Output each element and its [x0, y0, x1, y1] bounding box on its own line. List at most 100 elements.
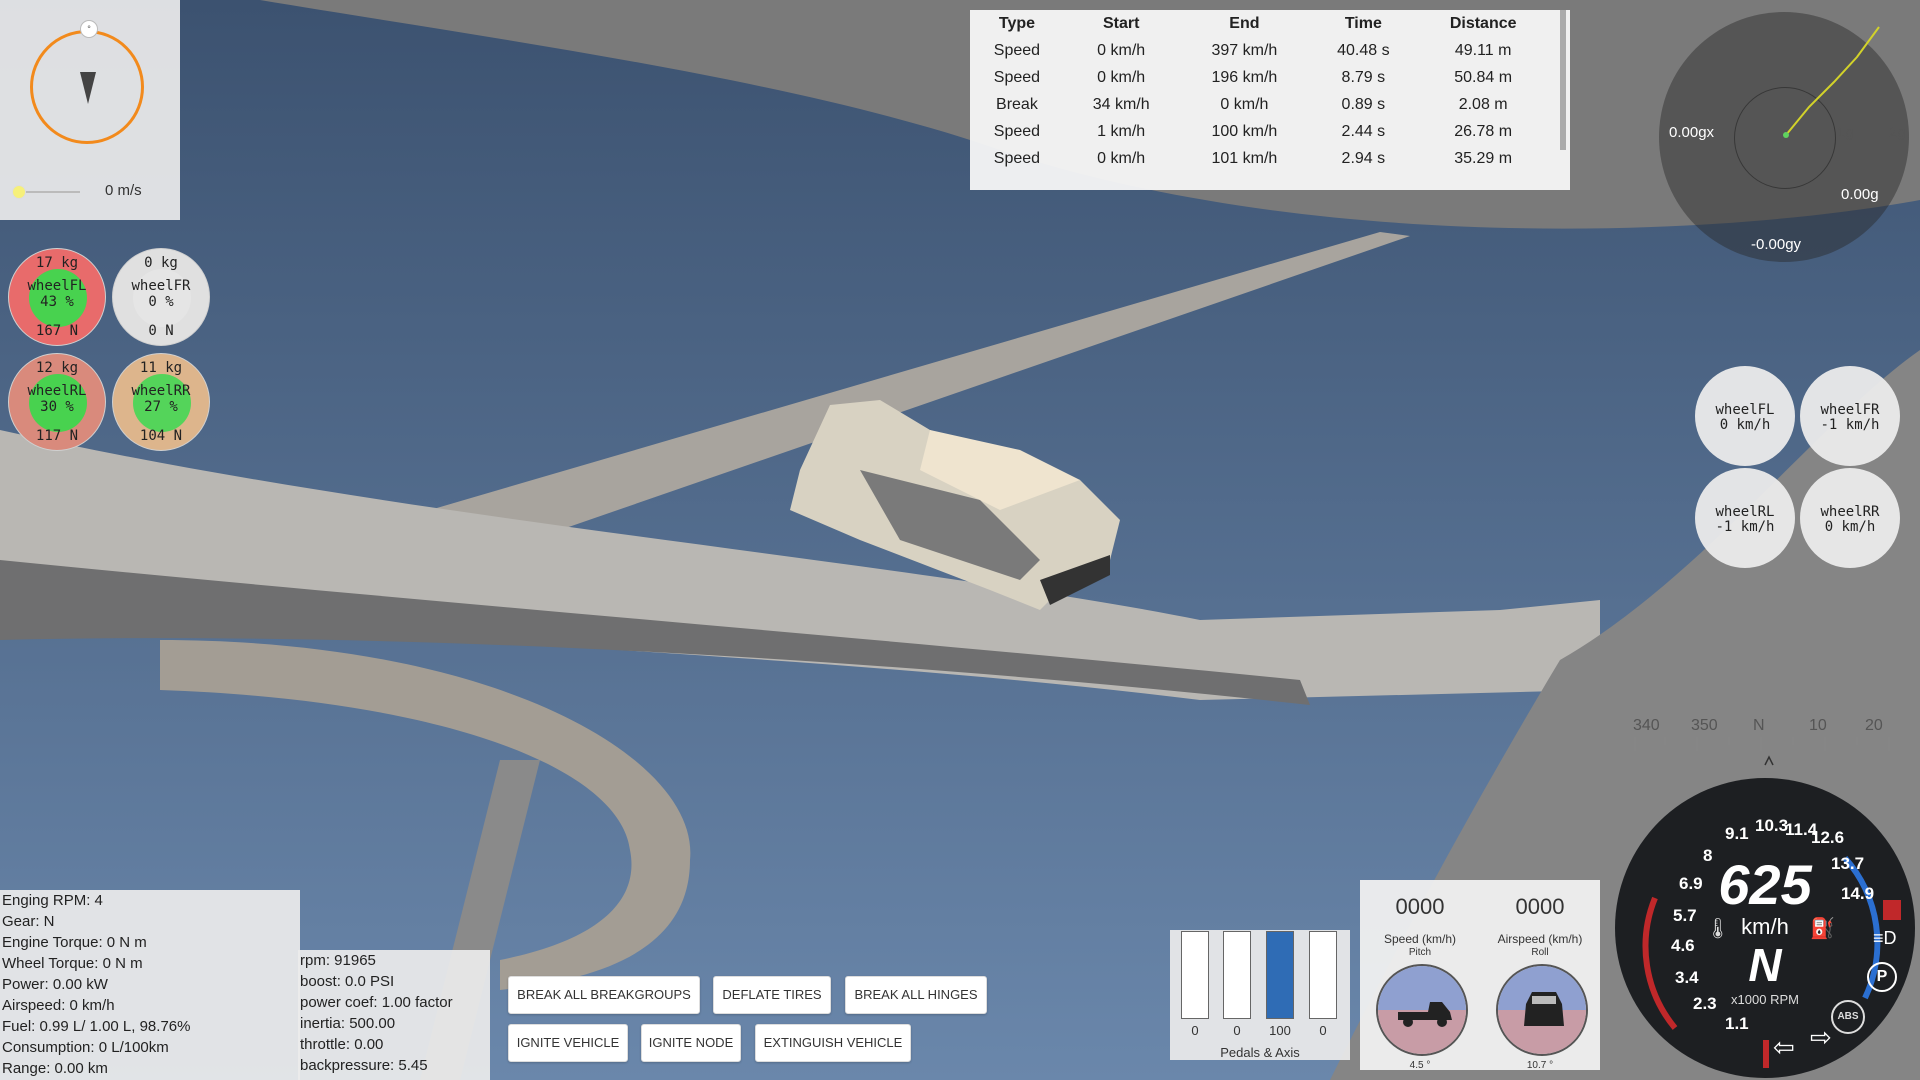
pitch-dial [1376, 964, 1468, 1056]
compass-knob[interactable]: ° [80, 20, 98, 38]
roll-value: 10.7 ° [1526, 1060, 1554, 1071]
results-scrollbar[interactable] [1560, 10, 1566, 150]
results-header-row: Type Start End Time Distance [970, 10, 1550, 37]
headlight-icon: ≡D [1873, 928, 1897, 948]
wheel-speed-fr: wheelFR -1 km/h [1800, 366, 1900, 466]
results-cell: 196 km/h [1211, 68, 1278, 86]
engine-stat: Enging RPM: 4 [2, 892, 103, 909]
results-cell: 100 km/h [1211, 122, 1278, 140]
attitude-panel: 0000 0000 Speed (km/h) Airspeed (km/h) P… [1360, 880, 1600, 1071]
results-cell: 1 km/h [1097, 122, 1146, 140]
boost-stat: inertia: 500.00 [300, 1015, 396, 1032]
rpm-scale-label: 10.3 [1755, 816, 1789, 835]
results-cell: 8.79 s [1341, 68, 1386, 86]
wheel-speed-rr: wheelRR 0 km/h [1800, 468, 1900, 568]
compass-speed: 0 m/s [105, 182, 142, 199]
speed-slider-thumb[interactable] [12, 185, 26, 199]
speed-readout: 625 [1718, 853, 1812, 916]
pedal-bar [1266, 931, 1294, 1019]
speed-slider-track[interactable] [18, 191, 80, 193]
results-cell: 34 km/h [1092, 95, 1150, 113]
roll-dial [1496, 964, 1588, 1056]
pedal-value: 0 [1191, 1023, 1199, 1038]
wheel-speed-label: wheelFL [1715, 402, 1775, 418]
g-meter-ring-2g: 2g [1889, 124, 1906, 141]
wheel-load-rr: 11 kg wheelRR 27 % 104 N [112, 353, 210, 451]
results-cell: Break [996, 95, 1038, 113]
break-all-breakgroups-button[interactable]: BREAK ALL BREAKGROUPS [508, 976, 700, 1014]
g-meter-gx: 0.00gx [1669, 124, 1715, 141]
fuel-icon: ⛽ [1810, 918, 1835, 940]
ignite-vehicle-button[interactable]: IGNITE VEHICLE [508, 1024, 628, 1062]
ignite-node-button[interactable]: IGNITE NODE [641, 1024, 741, 1062]
heading-tick-label: 350 [1691, 717, 1718, 734]
deflate-tires-button[interactable]: DEFLATE TIRES [713, 976, 831, 1014]
engine-stat: Airspeed: 0 km/h [2, 997, 115, 1014]
results-cell: 397 km/h [1211, 41, 1278, 59]
results-header-cell: Time [1344, 14, 1382, 32]
wheel-load-percent: 27 % [144, 399, 178, 415]
wheel-load-fr: 0 kg wheelFR 0 % 0 N [112, 248, 210, 346]
table-row: Speed 0 km/h 101 km/h 2.94 s 35.29 m [970, 145, 1550, 172]
abs-icon: ABS [1831, 1000, 1865, 1034]
boost-stat: power coef: 1.00 factor [300, 994, 453, 1011]
pedal-value: 0 [1319, 1023, 1327, 1038]
wheel-speed-label: wheelFR [1820, 402, 1880, 418]
wheel-load-label: wheelFR [131, 278, 191, 294]
pedal-bar [1309, 931, 1337, 1019]
break-all-hinges-button[interactable]: BREAK ALL HINGES [845, 976, 987, 1014]
wheel-speed-label: wheelRL [1715, 504, 1775, 520]
speed-unit: km/h [1741, 914, 1789, 939]
wheel-load-force: 167 N [35, 323, 79, 339]
wheel-load-percent: 0 % [148, 294, 174, 310]
wheel-load-percent: 30 % [40, 399, 74, 415]
results-table: Type Start End Time Distance Speed 0 km/h 397 … [970, 10, 1550, 172]
pitch-label: Pitch [1408, 947, 1432, 958]
results-cell: 0 km/h [1097, 41, 1146, 59]
pedal-value: 100 [1269, 1023, 1291, 1038]
wheel-load-mass: 0 kg [144, 255, 178, 271]
engine-stat: Gear: N [2, 913, 55, 930]
turn-signal-right-icon: ⇨ [1810, 1022, 1832, 1052]
wheel-speed-rl: wheelRL -1 km/h [1695, 468, 1795, 568]
results-cell: 35.29 m [1454, 149, 1513, 167]
wheel-speed-value: 0 km/h [1824, 519, 1876, 535]
results-cell: Speed [993, 68, 1041, 86]
results-header-cell: Distance [1449, 14, 1517, 32]
table-row: Speed 0 km/h 397 km/h 40.48 s 49.11 m [970, 37, 1550, 64]
wheel-speed-value: -1 km/h [1820, 417, 1880, 433]
pedal-bar [1223, 931, 1251, 1019]
heading-tick-label: 10 [1809, 717, 1827, 734]
rpm-unit: x1000 RPM [1731, 992, 1799, 1007]
engine-stat: Consumption: 0 L/100km [2, 1039, 169, 1056]
coolant-temp-icon: 🌡 [1705, 918, 1731, 940]
speed-label: Speed (km/h) [1383, 932, 1457, 946]
pedals-title: Pedals & Axis [1220, 1045, 1300, 1060]
extinguish-vehicle-button[interactable]: EXTINGUISH VEHICLE [755, 1024, 911, 1062]
heading-ticks [1634, 737, 1890, 766]
results-cell: 0 km/h [1097, 149, 1146, 167]
results-cell: 2.08 m [1458, 95, 1508, 113]
results-cell: 0 km/h [1220, 95, 1269, 113]
results-cell: 50.84 m [1454, 68, 1513, 86]
g-meter-ring-1g: 1g [1837, 124, 1854, 141]
wheel-speed-fl: wheelFL 0 km/h [1695, 366, 1795, 466]
boost-stat: rpm: 91965 [300, 952, 376, 969]
results-header-cell: End [1229, 14, 1260, 32]
table-row: Speed 0 km/h 196 km/h 8.79 s 50.84 m [970, 64, 1550, 91]
results-cell: 2.94 s [1341, 149, 1386, 167]
g-meter-g: 0.00g [1841, 186, 1879, 203]
results-header-cell: Start [1102, 14, 1140, 32]
table-row: Speed 1 km/h 100 km/h 2.44 s 26.78 m [970, 118, 1550, 145]
rpm-scale-label: 9.1 [1725, 824, 1749, 843]
boost-stat: boost: 0.0 PSI [300, 973, 395, 990]
wheel-load-fl: 17 kg wheelFL 43 % 167 N [8, 248, 106, 346]
results-cell: 49.11 m [1454, 41, 1512, 59]
results-cell: 26.78 m [1454, 122, 1513, 140]
wheel-speed-value: 0 km/h [1719, 417, 1771, 433]
wheel-load-mass: 11 kg [139, 360, 183, 376]
heading-tape: 340 350 N 10 20 [1625, 712, 1915, 766]
wheel-load-mass: 17 kg [35, 255, 79, 271]
speedometer: 1.1 2.3 3.4 4.6 5.7 6.9 8 9.1 10.3 11.4 12.6 13.7 14… [1615, 778, 1915, 1078]
wheel-speed-value: -1 km/h [1715, 519, 1775, 535]
